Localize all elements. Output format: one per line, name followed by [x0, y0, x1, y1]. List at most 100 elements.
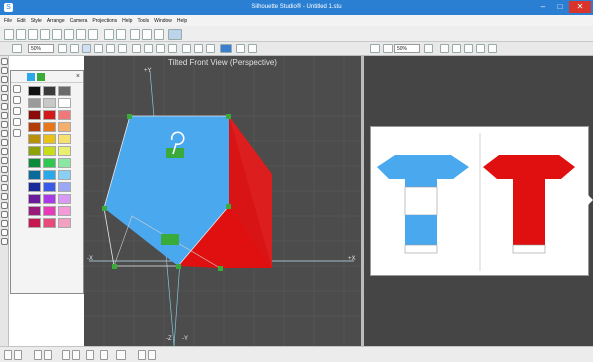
blue-net-body[interactable] [405, 215, 437, 245]
color-swatch[interactable] [58, 170, 71, 180]
ellipse-tool-icon[interactable] [1, 94, 8, 101]
paste-icon[interactable] [88, 29, 98, 40]
page-view-icon[interactable] [488, 44, 497, 53]
menu-window[interactable]: Window [154, 18, 172, 24]
green-handle-bottom[interactable] [161, 234, 179, 245]
zoom-out-icon[interactable] [142, 29, 152, 40]
text-style-icon[interactable] [116, 350, 126, 360]
fill-bucket-icon[interactable] [13, 96, 21, 104]
color-swatch[interactable] [28, 98, 41, 108]
close-window-button[interactable]: ✕ [569, 1, 591, 13]
gradient-icon[interactable] [13, 107, 21, 115]
split-mode-icon[interactable] [72, 350, 80, 360]
cut-icon[interactable] [64, 29, 74, 40]
zoom-fit-icon[interactable] [154, 29, 164, 40]
texture-tab-icon[interactable] [37, 73, 45, 81]
color-swatch[interactable] [43, 158, 56, 168]
color-swatch[interactable] [58, 110, 71, 120]
print-icon[interactable] [40, 29, 50, 40]
color-swatch[interactable] [43, 182, 56, 192]
settings-icon[interactable] [148, 350, 156, 360]
eraser-tool-icon[interactable] [1, 130, 8, 137]
shaded-icon[interactable] [248, 44, 257, 53]
color-swatch[interactable] [58, 158, 71, 168]
cut-send-icon[interactable] [52, 29, 62, 40]
text-tool-icon[interactable] [1, 121, 8, 128]
redo-icon[interactable] [116, 29, 126, 40]
view-back-icon[interactable] [118, 44, 127, 53]
line-tool-icon[interactable] [1, 76, 8, 83]
fold-mode-icon[interactable] [44, 350, 52, 360]
blue-net-top[interactable] [377, 155, 469, 187]
node-tool-icon[interactable] [1, 67, 8, 74]
copy-icon[interactable] [76, 29, 86, 40]
zoom-select-left[interactable]: 50% [28, 44, 54, 53]
scroll-right-icon[interactable] [588, 192, 593, 205]
color-swatch[interactable] [43, 98, 56, 108]
menu-help[interactable]: Help [177, 18, 187, 24]
menu-tools[interactable]: Tools [137, 18, 149, 24]
unfold-icon[interactable] [370, 44, 380, 53]
knife-tool-icon[interactable] [1, 139, 8, 146]
select-tool-icon[interactable] [1, 58, 8, 65]
view-front-icon[interactable] [82, 44, 91, 53]
rectangle-tool-icon[interactable] [1, 85, 8, 92]
red-net-flap[interactable] [512, 244, 546, 254]
minimize-button[interactable]: – [535, 1, 551, 13]
zoom-region-icon[interactable] [206, 44, 215, 53]
palette-tab-icon[interactable] [27, 73, 35, 81]
color-swatch[interactable] [58, 86, 71, 96]
brush-icon[interactable] [13, 118, 21, 126]
tab-tool-icon[interactable] [383, 44, 393, 53]
lock-icon[interactable] [14, 350, 22, 360]
color-swatch[interactable] [43, 218, 56, 228]
color-swatch[interactable] [28, 86, 41, 96]
zoom-out-2d-icon[interactable] [464, 44, 473, 53]
move-icon[interactable] [144, 44, 153, 53]
wireframe-icon[interactable] [236, 44, 245, 53]
color-swatch[interactable] [28, 170, 41, 180]
texture-tool-icon[interactable] [1, 229, 8, 236]
color-swatch[interactable] [28, 194, 41, 204]
red-net-top[interactable] [483, 155, 575, 187]
3d-viewport[interactable]: Tilted Front View (Perspective) +Y -X +X… [84, 56, 361, 346]
delete-icon[interactable] [86, 350, 94, 360]
color-swatch[interactable] [58, 134, 71, 144]
save-icon[interactable] [28, 29, 38, 40]
grid-toggle-icon[interactable] [70, 44, 79, 53]
color-swatch[interactable] [58, 146, 71, 156]
pan-tool-icon[interactable] [1, 166, 8, 173]
fit-view-icon[interactable] [168, 44, 177, 53]
flap-mode-icon[interactable] [34, 350, 42, 360]
zoom-select-right[interactable]: 50% [394, 44, 420, 53]
undo-icon[interactable] [104, 29, 114, 40]
fold-tool-icon[interactable] [1, 184, 8, 191]
color-swatch[interactable] [28, 110, 41, 120]
rotate-icon[interactable] [132, 44, 141, 53]
color-swatch[interactable] [28, 134, 41, 144]
zoom-dropdown-icon[interactable] [58, 44, 67, 53]
view-side-icon[interactable] [94, 44, 103, 53]
join-tool-icon[interactable] [1, 193, 8, 200]
pointer-tool-icon[interactable] [12, 44, 22, 53]
color-swatch[interactable] [58, 206, 71, 216]
color-swatch[interactable] [58, 122, 71, 132]
maximize-button[interactable]: □ [552, 1, 568, 13]
zoom-in-icon[interactable] [130, 29, 140, 40]
2d-layout-viewport[interactable] [364, 56, 593, 346]
perspective-icon[interactable] [220, 44, 232, 53]
zoom-out-3d-icon[interactable] [194, 44, 203, 53]
color-swatch[interactable] [43, 146, 56, 156]
zoom-in-2d-icon[interactable] [452, 44, 461, 53]
color-tool-icon[interactable] [1, 220, 8, 227]
line-style-icon[interactable] [1, 157, 8, 164]
color-swatch[interactable] [28, 206, 41, 216]
magnify-icon[interactable] [440, 44, 449, 53]
menu-camera[interactable]: Camera [70, 18, 88, 24]
polygon-tool-icon[interactable] [1, 103, 8, 110]
measure-tool-icon[interactable] [1, 175, 8, 182]
color-swatch[interactable] [28, 146, 41, 156]
color-swatch[interactable] [43, 170, 56, 180]
new-file-icon[interactable] [4, 29, 14, 40]
stroke-icon[interactable] [13, 129, 21, 137]
